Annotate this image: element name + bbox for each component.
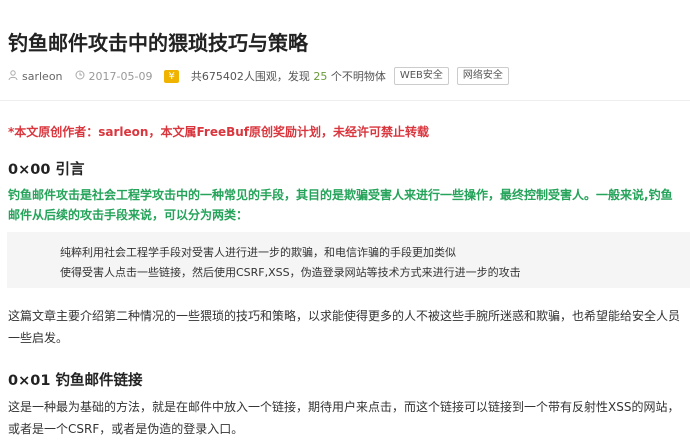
copyright-notice: *本文原创作者：sarleon，本文属FreeBuf原创奖励计划，未经许可禁止转… [8, 125, 430, 139]
section-heading-intro: 0×00 引言 [8, 162, 85, 178]
article-meta: sarleon 2017-05-09 ¥ 共675402人围观，发现 25 个不… [8, 67, 517, 85]
link-paragraph: 这是一种最为基础的方法，就是在邮件中放入一个链接，期待用户来点击，而这个链接可以… [8, 400, 680, 436]
quote-line: 纯粹利用社会工程学手段对受害人进行进一步的欺骗，和电信诈骗的手段更加类似 [60, 246, 456, 259]
view-count: 675402 [201, 70, 244, 83]
find-count: 25 [313, 70, 328, 83]
stats-prefix: 共 [190, 70, 202, 83]
quote-line: 使得受害人点击一些链接，然后使用CSRF,XSS，伪造登录网站等技术方式来进行进… [60, 266, 521, 279]
stats-suffix: 个不明物体 [327, 70, 386, 83]
blockquote: 纯粹利用社会工程学手段对受害人进行进一步的欺骗，和电信诈骗的手段更加类似 使得受… [7, 232, 690, 288]
section-heading-link: 0×01 钓鱼邮件链接 [8, 373, 143, 389]
clock-icon [75, 70, 85, 83]
view-stats: 共675402人围观，发现 25 个不明物体 [191, 68, 386, 84]
author-link[interactable]: sarleon [22, 70, 63, 83]
article-title: 钓鱼邮件攻击中的猥琐技巧与策略 [8, 31, 308, 55]
user-icon [8, 69, 18, 83]
tag-network-security[interactable]: 网络安全 [456, 67, 509, 85]
intro-paragraph: 这篇文章主要介绍第二种情况的一些猥琐的技巧和策略，以求能使得更多的人不被这些手腕… [8, 309, 681, 345]
publish-date: 2017-05-09 [88, 69, 153, 83]
tag-web-security[interactable]: WEB安全 [393, 67, 449, 85]
article-page: 钓鱼邮件攻击中的猥琐技巧与策略 sarleon 2017-05-09 ¥ 共67… [0, 0, 690, 444]
coin-badge: ¥ [164, 69, 179, 83]
intro-highlight: 钓鱼邮件攻击是社会工程学攻击中的一种常见的手段，其目的是欺骗受害人来进行一些操作… [8, 188, 673, 222]
stats-mid: 人围观，发现 [243, 70, 314, 83]
header-divider [0, 100, 690, 101]
